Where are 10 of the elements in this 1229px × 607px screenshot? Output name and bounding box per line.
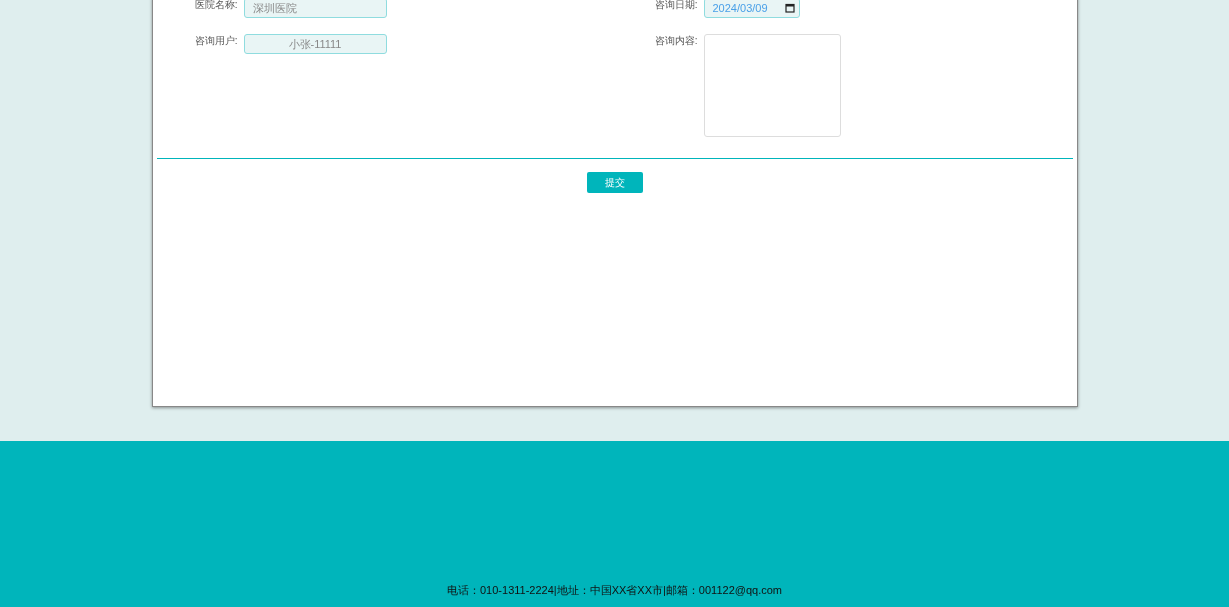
field-label: 咨询用户: [193,34,238,48]
field-label: 医院名称: [193,0,238,12]
text-field[interactable]: 深圳医院 [243,0,387,18]
field-label: 咨询内容: [653,34,698,48]
submit-button[interactable]: 提交 [586,172,643,193]
text-field[interactable]: 小张-11111 [243,34,387,54]
date-field[interactable]: 2024/03/09 [703,0,800,18]
calendar-icon[interactable] [784,3,795,13]
footer-text: 电话：010-1311-2224|地址：中国XX省XX市|邮箱：001122@qq.com [447,583,782,598]
field-label: 咨询日期: [653,0,698,12]
